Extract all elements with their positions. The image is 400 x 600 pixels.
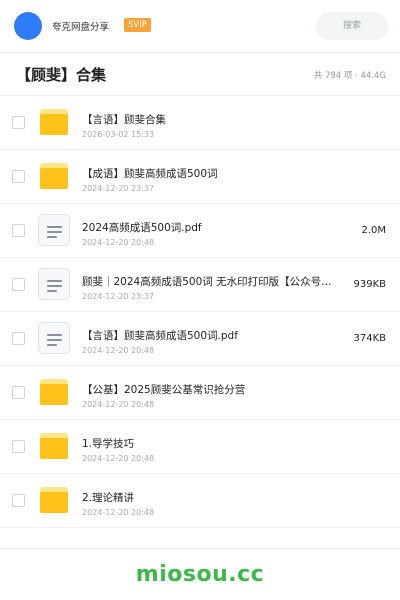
header-divider bbox=[0, 52, 400, 53]
item-date: 2024-12-20 20:48 bbox=[82, 400, 155, 409]
brand-name: 夸克网盘分享 bbox=[52, 22, 110, 33]
select-checkbox[interactable] bbox=[12, 332, 25, 345]
item-date: 2024-12-20 20:48 bbox=[82, 454, 155, 463]
avatar[interactable] bbox=[14, 12, 42, 40]
select-checkbox[interactable] bbox=[12, 494, 25, 507]
top-bar: 夸克网盘分享 SVIP 搜索 bbox=[0, 0, 400, 52]
file-list: 【言语】顾斐合集 2026-03-02 15:33 【成语】顾斐高频成语500词 20… bbox=[0, 96, 400, 528]
file-list-item[interactable]: 1.导学技巧 2024-12-20 20:48 bbox=[0, 420, 400, 474]
item-name: 2024高频成语500词.pdf bbox=[82, 222, 202, 234]
item-count: 共 794 项 · 44.4G bbox=[313, 71, 386, 81]
folder-icon bbox=[40, 163, 68, 189]
footer-divider bbox=[0, 548, 400, 549]
item-date: 2024-12-20 20:48 bbox=[82, 238, 155, 247]
item-name: 【成语】顾斐高频成语500词 bbox=[82, 168, 218, 180]
search-button[interactable]: 搜索 bbox=[316, 12, 388, 40]
item-date: 2024-12-20 20:48 bbox=[82, 508, 155, 517]
item-name: 1.导学技巧 bbox=[82, 438, 135, 450]
item-name: 【言语】顾斐高频成语500词.pdf bbox=[82, 330, 238, 342]
select-checkbox[interactable] bbox=[12, 278, 25, 291]
item-name: 2.理论精讲 bbox=[82, 492, 135, 504]
folder-icon bbox=[40, 109, 68, 135]
item-date: 2024-12-20 23:37 bbox=[82, 292, 155, 301]
item-size: 939KB bbox=[353, 279, 386, 290]
page-title: 【顾斐】合集 bbox=[16, 66, 107, 84]
svip-badge: SVIP bbox=[124, 18, 151, 32]
document-icon bbox=[38, 214, 70, 246]
item-name: 【言语】顾斐合集 bbox=[82, 114, 166, 126]
folder-icon bbox=[40, 379, 68, 405]
folder-icon bbox=[40, 433, 68, 459]
select-checkbox[interactable] bbox=[12, 170, 25, 183]
select-checkbox[interactable] bbox=[12, 116, 25, 129]
select-checkbox[interactable] bbox=[12, 440, 25, 453]
file-list-item[interactable]: 【公基】2025顾斐公基常识抢分营 2024-12-20 20:48 bbox=[0, 366, 400, 420]
file-list-item[interactable]: 2024高频成语500词.pdf 2024-12-20 20:48 2.0M bbox=[0, 204, 400, 258]
document-icon bbox=[38, 322, 70, 354]
file-list-item[interactable]: 【言语】顾斐合集 2026-03-02 15:33 bbox=[0, 96, 400, 150]
file-list-item[interactable]: 【成语】顾斐高频成语500词 2024-12-20 23:37 bbox=[0, 150, 400, 204]
watermark-text: miosou.cc bbox=[135, 562, 265, 587]
document-icon bbox=[38, 268, 70, 300]
file-list-item[interactable]: 顾斐｜2024高频成语500词 无水印打印版【公众号：… 2024-12-20 2… bbox=[0, 258, 400, 312]
item-size: 374KB bbox=[353, 333, 386, 344]
item-date: 2024-12-20 20:48 bbox=[82, 346, 155, 355]
file-list-item[interactable]: 2.理论精讲 2024-12-20 20:48 bbox=[0, 474, 400, 528]
select-checkbox[interactable] bbox=[12, 386, 25, 399]
select-checkbox[interactable] bbox=[12, 224, 25, 237]
item-date: 2026-03-02 15:33 bbox=[82, 130, 155, 139]
item-name: 【公基】2025顾斐公基常识抢分营 bbox=[82, 384, 246, 396]
folder-icon bbox=[40, 487, 68, 513]
item-date: 2024-12-20 23:37 bbox=[82, 184, 155, 193]
file-list-item[interactable]: 【言语】顾斐高频成语500词.pdf 2024-12-20 20:48 374KB bbox=[0, 312, 400, 366]
item-size: 2.0M bbox=[361, 225, 386, 236]
item-name: 顾斐｜2024高频成语500词 无水印打印版【公众号：… bbox=[82, 276, 332, 288]
